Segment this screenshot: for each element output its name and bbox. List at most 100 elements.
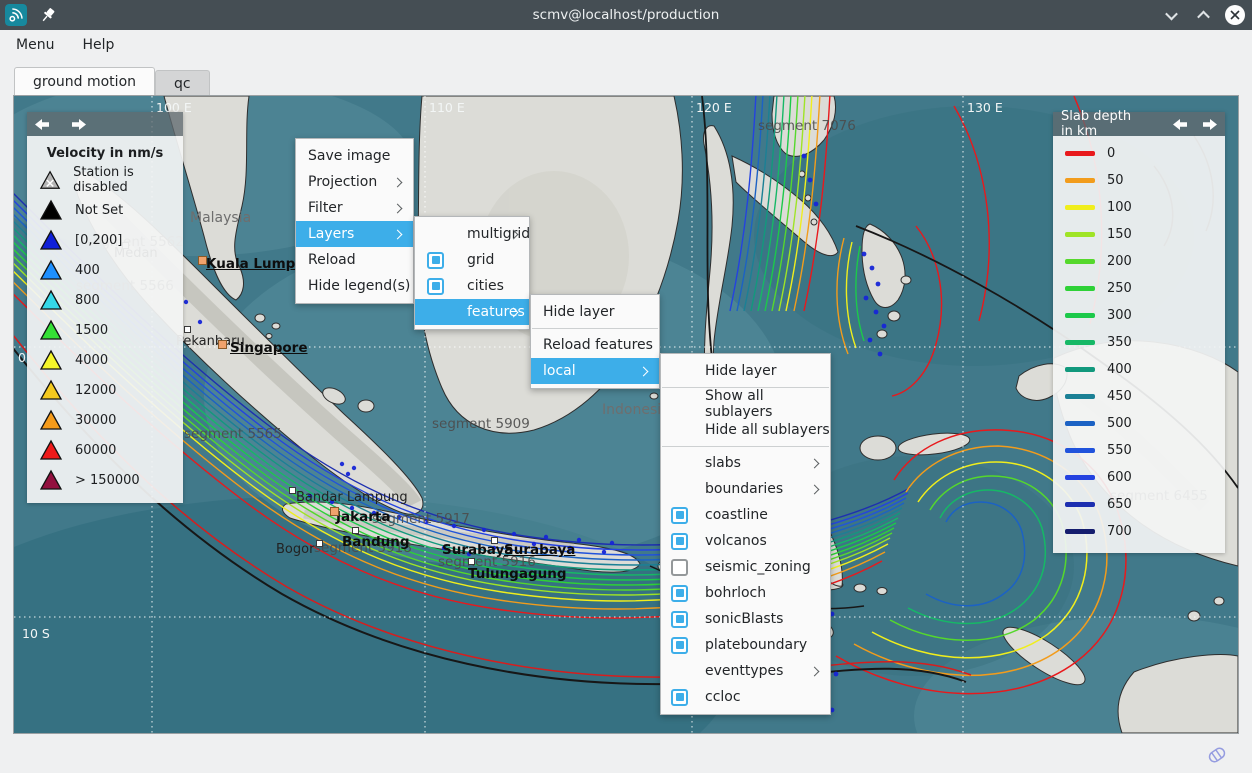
menu-row: seismic_zoning (661, 554, 830, 580)
legend-next-button[interactable] (71, 118, 87, 130)
station-triangle-icon (39, 199, 63, 221)
legend-prev-button[interactable] (35, 118, 51, 130)
menu-item[interactable]: grid (415, 247, 529, 273)
legend-prev-button[interactable] (1173, 118, 1188, 130)
station-triangle-icon (39, 229, 63, 251)
window-title: scmv@localhost/production (0, 7, 1252, 23)
menu-row: local (531, 358, 659, 384)
station-triangle-icon (39, 319, 63, 341)
slab-legend-item: 600 (1053, 464, 1225, 491)
menu-item[interactable]: volcanos (661, 528, 830, 554)
velocity-legend-item: 60000 (27, 435, 183, 465)
menu-row: Hide layer (661, 358, 830, 384)
slab-legend-item: 150 (1053, 221, 1225, 248)
velocity-legend-item: 1500 (27, 315, 183, 345)
menu-row: Hide layer (531, 299, 659, 325)
titlebar[interactable]: scmv@localhost/production (0, 0, 1252, 30)
depth-color-swatch (1065, 340, 1095, 345)
seismometer-icon (1204, 743, 1230, 767)
slab-legend-item: 350 (1053, 329, 1225, 356)
features-submenu: Hide layer Reload features (530, 294, 660, 389)
menu-item[interactable]: cities (415, 273, 529, 299)
chevron-up-icon (1197, 10, 1210, 23)
menu-item[interactable]: slabs (661, 450, 830, 476)
pin-icon[interactable] (39, 6, 57, 24)
close-icon (1225, 5, 1245, 25)
velocity-legend-item: 12000 (27, 375, 183, 405)
tab[interactable]: ground motion (14, 67, 155, 96)
statusbar (0, 735, 1252, 773)
menu-item[interactable]: plateboundary (661, 632, 830, 658)
menu-item[interactable]: coastline (661, 502, 830, 528)
menu-row: Hide all sublayers (661, 417, 830, 443)
menu-item[interactable]: boundaries (661, 476, 830, 502)
depth-color-swatch (1065, 232, 1095, 237)
legend-next-button[interactable] (1202, 118, 1217, 130)
maximize-button[interactable] (1192, 4, 1214, 26)
tab[interactable]: qc (155, 70, 210, 96)
app-window: scmv@localhost/production MenuHelp groun… (0, 0, 1252, 773)
close-button[interactable] (1224, 4, 1246, 26)
menu-item[interactable]: Reload features (531, 332, 659, 358)
menu-item[interactable]: Hide layer (661, 358, 830, 384)
menu-item[interactable]: seismic_zoning (661, 554, 830, 580)
slab-legend-item: 200 (1053, 248, 1225, 275)
menu-row: eventtypes (661, 658, 830, 684)
menu-item[interactable]: ccloc (661, 684, 830, 710)
checkbox[interactable] (671, 689, 688, 706)
menu-item[interactable]: Hide legend(s) (296, 273, 413, 299)
station-triangle-icon (39, 469, 63, 491)
checkbox[interactable] (671, 585, 688, 602)
checkbox[interactable] (671, 559, 688, 576)
layers-submenu: multigrid grid cities features (414, 216, 530, 330)
station-triangle-icon (39, 379, 63, 401)
menu-row: sonicBlasts (661, 606, 830, 632)
menubar-item[interactable]: Help (70, 33, 126, 57)
depth-color-swatch (1065, 259, 1095, 264)
checkbox[interactable] (671, 611, 688, 628)
menu-row: volcanos (661, 528, 830, 554)
depth-color-swatch (1065, 529, 1095, 534)
submenu-arrow-icon (810, 667, 820, 677)
arrow-right-icon (1202, 119, 1217, 130)
submenu-arrow-icon (393, 204, 403, 214)
menu-item[interactable]: features (415, 299, 529, 325)
station-triangle-icon (39, 289, 63, 311)
menu-item[interactable]: Layers (296, 221, 413, 247)
menu-item[interactable]: sonicBlasts (661, 606, 830, 632)
checkbox[interactable] (427, 278, 444, 295)
menu-row (661, 446, 830, 447)
menu-item[interactable]: multigrid (415, 221, 529, 247)
menu-item[interactable]: Reload (296, 247, 413, 273)
velocity-legend-title: Velocity in nm/s (27, 140, 183, 165)
menu-row: slabs (661, 450, 830, 476)
menu-row: Show all sublayers (661, 391, 830, 417)
slab-legend-item: 250 (1053, 275, 1225, 302)
menubar-item[interactable]: Menu (4, 33, 66, 57)
depth-color-swatch (1065, 367, 1095, 372)
menu-item[interactable]: local (531, 358, 659, 384)
checkbox[interactable] (671, 507, 688, 524)
depth-color-swatch (1065, 502, 1095, 507)
menu-item[interactable]: Hide layer (531, 299, 659, 325)
map-widget[interactable]: 100 E110 E120 E130 E 010 S MalaysiaIndon… (13, 95, 1239, 734)
menu-row: boundaries (661, 476, 830, 502)
checkbox[interactable] (671, 533, 688, 550)
minimize-button[interactable] (1160, 4, 1182, 26)
velocity-legend: Velocity in nm/s Station is disabled (27, 112, 183, 503)
slab-legend-header: Slab depth in km (1053, 112, 1225, 136)
checkbox[interactable] (427, 252, 444, 269)
depth-color-swatch (1065, 286, 1095, 291)
depth-color-swatch (1065, 421, 1095, 426)
menu-item[interactable]: Projection (296, 169, 413, 195)
menu-item[interactable]: Show all sublayers (661, 391, 830, 417)
menu-item[interactable]: Save image (296, 143, 413, 169)
menu-item[interactable]: eventtypes (661, 658, 830, 684)
depth-color-swatch (1065, 151, 1095, 156)
submenu-arrow-icon (509, 230, 519, 240)
menu-item[interactable]: bohrloch (661, 580, 830, 606)
menu-item[interactable]: Filter (296, 195, 413, 221)
menu-item[interactable]: Hide all sublayers (661, 417, 830, 443)
submenu-arrow-icon (810, 459, 820, 469)
checkbox[interactable] (671, 637, 688, 654)
